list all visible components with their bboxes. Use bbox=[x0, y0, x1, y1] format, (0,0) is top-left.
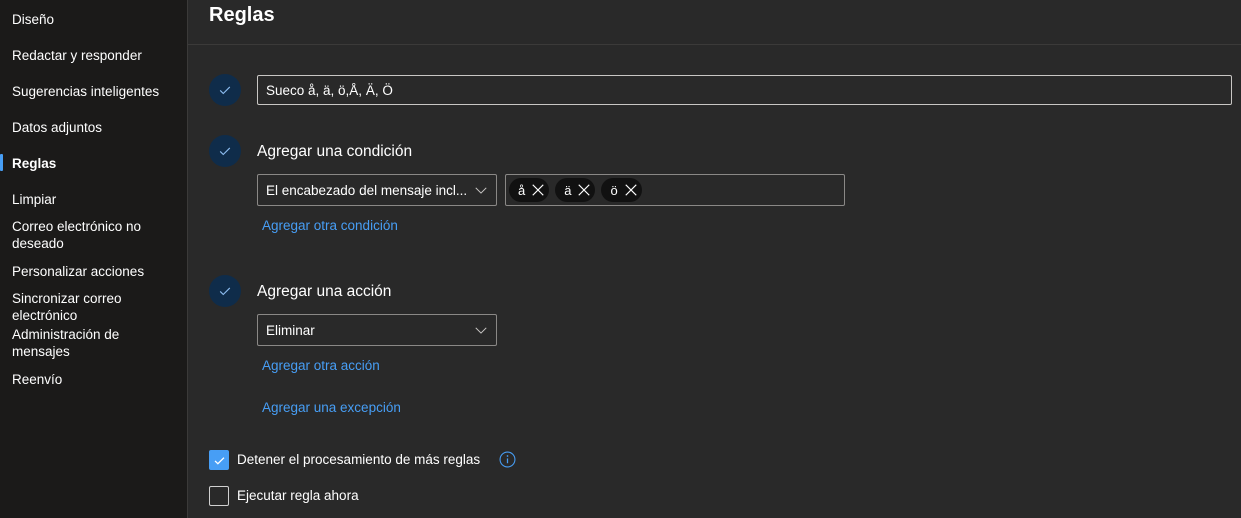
keyword-tag: å bbox=[509, 178, 550, 202]
action-type-value: Eliminar bbox=[266, 322, 315, 338]
dismiss-icon bbox=[532, 184, 544, 196]
rule-name-input[interactable] bbox=[257, 75, 1232, 105]
condition-heading: Agregar una condición bbox=[257, 143, 413, 160]
remove-keyword-button[interactable] bbox=[624, 183, 638, 197]
step-condition-complete-indicator bbox=[209, 135, 241, 167]
sidebar-item-diseno[interactable]: Diseño bbox=[12, 11, 177, 28]
add-action-link[interactable]: Agregar otra acción bbox=[262, 358, 380, 373]
sidebar-item-personalizar-acciones[interactable]: Personalizar acciones bbox=[12, 263, 177, 280]
sidebar-item-limpiar[interactable]: Limpiar bbox=[12, 191, 177, 208]
run-rule-now-checkbox[interactable] bbox=[209, 486, 229, 506]
action-type-dropdown[interactable]: Eliminar bbox=[257, 314, 497, 346]
sidebar-item-administracion-mensajes[interactable]: Administración de mensajes bbox=[12, 326, 147, 360]
dismiss-icon bbox=[625, 184, 637, 196]
remove-keyword-button[interactable] bbox=[577, 183, 591, 197]
chevron-down-icon bbox=[475, 327, 487, 334]
info-icon[interactable] bbox=[499, 451, 516, 468]
settings-sidebar: Diseño Redactar y responder Sugerencias … bbox=[0, 0, 188, 518]
keyword-tag-text: ö bbox=[610, 182, 618, 198]
keyword-tag: ö bbox=[601, 178, 642, 202]
sidebar-item-reglas[interactable]: Reglas bbox=[12, 155, 177, 172]
checkmark-icon bbox=[219, 86, 231, 95]
keyword-tag: ä bbox=[555, 178, 596, 202]
stop-processing-checkbox[interactable] bbox=[209, 450, 229, 470]
step-action-complete-indicator bbox=[209, 275, 241, 307]
checkmark-icon bbox=[219, 147, 231, 156]
sidebar-item-redactar-responder[interactable]: Redactar y responder bbox=[12, 47, 177, 64]
condition-keywords-field[interactable]: å ä ö bbox=[505, 174, 845, 206]
action-heading: Agregar una acción bbox=[257, 283, 392, 300]
condition-type-dropdown[interactable]: El encabezado del mensaje incl... bbox=[257, 174, 497, 206]
title-divider bbox=[188, 44, 1241, 45]
checkmark-icon bbox=[219, 287, 231, 296]
checkmark-icon bbox=[214, 456, 224, 465]
condition-type-value: El encabezado del mensaje incl... bbox=[266, 182, 468, 198]
keyword-tag-text: ä bbox=[564, 182, 572, 198]
keyword-tag-text: å bbox=[518, 182, 526, 198]
add-exception-link[interactable]: Agregar una excepción bbox=[262, 400, 401, 415]
sidebar-item-reenvio[interactable]: Reenvío bbox=[12, 371, 177, 388]
page-title: Reglas bbox=[209, 4, 275, 26]
remove-keyword-button[interactable] bbox=[531, 183, 545, 197]
sidebar-item-sincronizar-correo[interactable]: Sincronizar correo electrónico bbox=[12, 290, 147, 324]
run-rule-now-label: Ejecutar regla ahora bbox=[237, 488, 359, 503]
rules-editor: Reglas Agregar una condición El encabeza… bbox=[188, 0, 1241, 518]
sidebar-item-datos-adjuntos[interactable]: Datos adjuntos bbox=[12, 119, 177, 136]
stop-processing-label: Detener el procesamiento de más reglas bbox=[237, 452, 481, 467]
sidebar-item-sugerencias-inteligentes[interactable]: Sugerencias inteligentes bbox=[12, 83, 177, 100]
add-condition-link[interactable]: Agregar otra condición bbox=[262, 218, 398, 233]
active-nav-indicator bbox=[0, 154, 3, 171]
sidebar-item-correo-no-deseado[interactable]: Correo electrónico no deseado bbox=[12, 218, 162, 252]
dismiss-icon bbox=[578, 184, 591, 196]
step-name-complete-indicator bbox=[209, 74, 241, 106]
chevron-down-icon bbox=[475, 187, 487, 194]
